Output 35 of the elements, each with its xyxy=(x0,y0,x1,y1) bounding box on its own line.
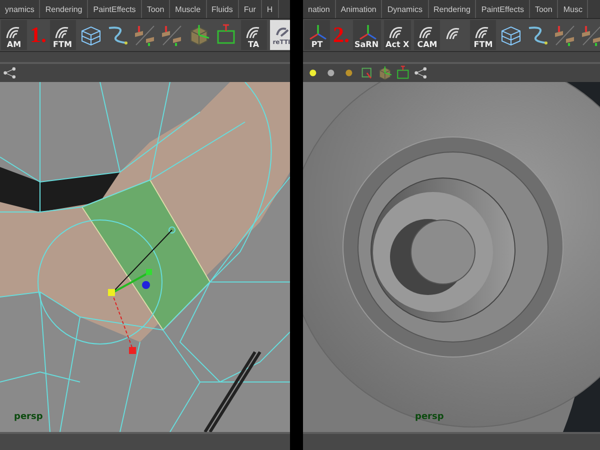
shelf-tab[interactable]: ynamics xyxy=(0,0,40,18)
node-graph-icon[interactable] xyxy=(413,65,429,81)
cube-icon[interactable] xyxy=(377,65,393,81)
shelf-tab[interactable]: nation xyxy=(303,0,336,18)
camera-label: persp xyxy=(415,412,444,422)
shelf-button[interactable]: FTM xyxy=(50,20,76,50)
shelf-tab[interactable]: Animation xyxy=(336,0,382,18)
frame-icon[interactable] xyxy=(395,65,411,81)
shelf-tab[interactable]: PaintEffects xyxy=(88,0,142,18)
shelf-button[interactable]: SaRN xyxy=(352,20,381,50)
move-objects-icon[interactable] xyxy=(160,23,184,47)
shelf-tab[interactable]: Toon xyxy=(142,0,170,18)
shelf-tab[interactable]: Musc xyxy=(558,0,588,18)
move-objects-icon[interactable] xyxy=(132,23,156,47)
shelf-button[interactable]: Act X xyxy=(384,20,412,50)
shelf-button[interactable]: FTM xyxy=(470,20,496,50)
shelf-tab[interactable]: Fur xyxy=(238,0,262,18)
shelf-tab[interactable]: Toon xyxy=(530,0,558,18)
shelf-tab[interactable]: Rendering xyxy=(428,0,476,18)
shelf-button[interactable]: TA xyxy=(240,20,266,50)
shelf-button[interactable]: PT xyxy=(304,20,330,50)
camera-label: persp xyxy=(14,412,43,422)
shelf-button[interactable]: AM xyxy=(1,20,27,50)
step-number: 1. xyxy=(30,24,46,46)
shelf-tab[interactable]: Rendering xyxy=(40,0,88,18)
move-objects-icon[interactable] xyxy=(553,23,578,47)
shelf-tab[interactable]: Muscle xyxy=(170,0,207,18)
step-number: 2. xyxy=(333,24,350,46)
shelf-tab[interactable]: PaintEffects xyxy=(476,0,530,18)
shelf-tab[interactable]: Fluids xyxy=(206,0,239,18)
move-objects-icon[interactable] xyxy=(580,23,600,47)
shelf-tab[interactable]: Dynamics xyxy=(382,0,428,18)
node-graph-icon[interactable] xyxy=(2,65,18,81)
shelf-tab[interactable]: H xyxy=(262,0,279,18)
shelf-button[interactable]: CAM xyxy=(414,20,440,50)
